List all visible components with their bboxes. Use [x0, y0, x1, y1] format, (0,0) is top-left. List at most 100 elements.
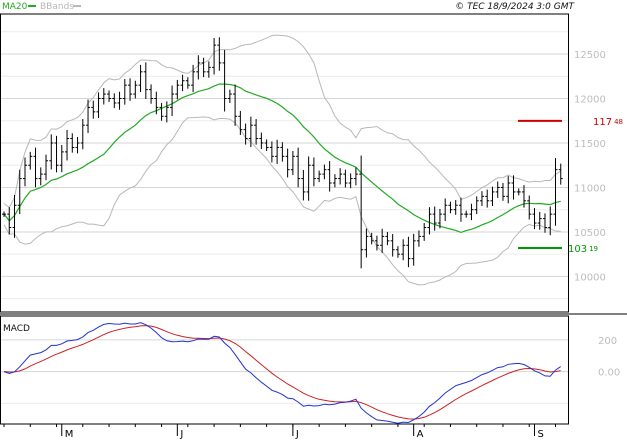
ohlc-bar — [138, 64, 143, 93]
macd-panel — [3, 322, 561, 424]
price-tick-label: 11000 — [574, 183, 606, 194]
ohlc-bar — [38, 167, 43, 186]
ohlc-bar — [474, 196, 479, 215]
ohlc-bar — [143, 62, 148, 100]
ohlc-bar — [91, 100, 96, 119]
ohlc-bar — [495, 181, 500, 198]
ohlc-bar — [311, 157, 316, 187]
ohlc-bar — [23, 157, 28, 187]
ohlc-bars — [2, 37, 563, 269]
ohlc-bar — [464, 210, 469, 218]
ohlc-bar — [500, 183, 505, 201]
ohlc-bar — [180, 74, 185, 92]
ohlc-bar — [516, 188, 521, 196]
ohlc-bar — [170, 85, 175, 116]
ohlc-bar — [527, 195, 532, 220]
ohlc-bar — [406, 236, 411, 268]
ohlc-bar — [133, 80, 138, 99]
ohlc-bar — [201, 57, 206, 78]
price-tick-label: 11500 — [574, 139, 606, 150]
ohlc-bar — [259, 132, 264, 149]
ohlc-bar — [542, 213, 547, 233]
chart-canvas: 117 48 103 19 10000 10500 11000 11500 12000 125… — [0, 2, 627, 440]
ohlc-bar — [348, 173, 353, 189]
ohlc-bar — [285, 148, 290, 178]
ohlc-bar — [469, 203, 474, 221]
ohlc-bar — [290, 150, 295, 176]
ohlc-bar — [411, 233, 416, 266]
ohlc-bar — [222, 49, 227, 112]
ohlc-bar — [427, 207, 432, 235]
ohlc-bar — [332, 174, 337, 188]
ohlc-bar — [448, 201, 453, 214]
support-label-main: 103 — [568, 244, 587, 255]
support-label: 103 19 — [568, 244, 598, 255]
ohlc-bar — [558, 163, 563, 185]
resistance-label: 117 48 — [593, 117, 623, 128]
ohlc-bar — [49, 134, 54, 170]
ohlc-bar — [506, 176, 511, 204]
chart-stage: 117 48 103 19 10000 10500 11000 11500 12000 125… — [0, 0, 627, 440]
macd-tick-label: 0.00 — [598, 368, 620, 379]
ohlc-bar — [107, 90, 112, 103]
ohlc-bar — [401, 239, 406, 261]
ohlc-bar — [353, 167, 358, 186]
ohlc-bar — [453, 200, 458, 215]
ohlc-bar — [338, 168, 343, 185]
ohlc-bar — [80, 118, 85, 150]
ohlc-bar — [185, 77, 190, 89]
ohlc-bar — [175, 79, 180, 100]
ma20-legend-label: MA20 — [2, 2, 28, 12]
month-label: A — [417, 429, 424, 440]
ohlc-bar — [264, 139, 269, 151]
copyright-timestamp: © TEC 18/9/2024 3:0 GMT — [455, 2, 575, 12]
bbands-legend-label: BBands — [40, 2, 74, 12]
chart-frame — [0, 13, 627, 425]
ohlc-bar — [227, 89, 232, 103]
time-axis: MJJAS — [3, 424, 556, 440]
ohlc-bar — [122, 79, 127, 105]
ohlc-bar — [395, 246, 400, 258]
ohlc-bar — [96, 92, 101, 118]
ohlc-bar — [490, 186, 495, 207]
ohlc-bar — [101, 88, 106, 105]
ohlc-bar — [385, 232, 390, 246]
ohlc-bar — [206, 61, 211, 78]
ohlc-bar — [44, 154, 49, 181]
ohlc-bar — [149, 84, 154, 104]
price-tick-label: 10500 — [574, 228, 606, 239]
month-label: M — [65, 429, 74, 440]
grid-lines — [0, 31, 568, 404]
support-label-sup: 19 — [589, 245, 598, 253]
ohlc-bar — [306, 156, 311, 201]
ohlc-bar — [343, 169, 348, 188]
price-panel-frame — [0, 13, 569, 313]
ohlc-bar — [212, 38, 217, 75]
macd-line — [3, 322, 561, 424]
ohlc-bar — [59, 144, 64, 173]
month-label: S — [537, 429, 543, 440]
resistance-label-sup: 48 — [614, 118, 623, 126]
ohlc-bar — [164, 101, 169, 123]
ohlc-bar — [28, 151, 33, 170]
ohlc-bar — [301, 170, 306, 201]
price-levels: 117 48 103 19 — [518, 117, 623, 255]
ohlc-bar — [479, 191, 484, 206]
macd-panel-frame — [0, 315, 569, 425]
ohlc-bar — [159, 102, 164, 121]
ohlc-bar — [33, 147, 38, 188]
ohlc-bar — [65, 129, 70, 161]
ohlc-bar — [416, 230, 421, 247]
bbands-upper-line — [3, 34, 561, 209]
ohlc-bar — [254, 119, 259, 145]
macd-tick-label: 200 — [598, 336, 617, 347]
ohlc-bar — [112, 93, 117, 109]
price-tick-label: 10000 — [574, 272, 606, 283]
price-axis-ticks: 10000 10500 11000 11500 12000 12500 0.00 200 — [574, 50, 620, 379]
month-label: J — [179, 429, 183, 440]
resistance-label-main: 117 — [593, 117, 612, 128]
ohlc-bar — [317, 170, 322, 183]
month-label: J — [295, 429, 299, 440]
ohlc-bar — [7, 207, 12, 235]
ohlc-bar — [553, 158, 558, 226]
